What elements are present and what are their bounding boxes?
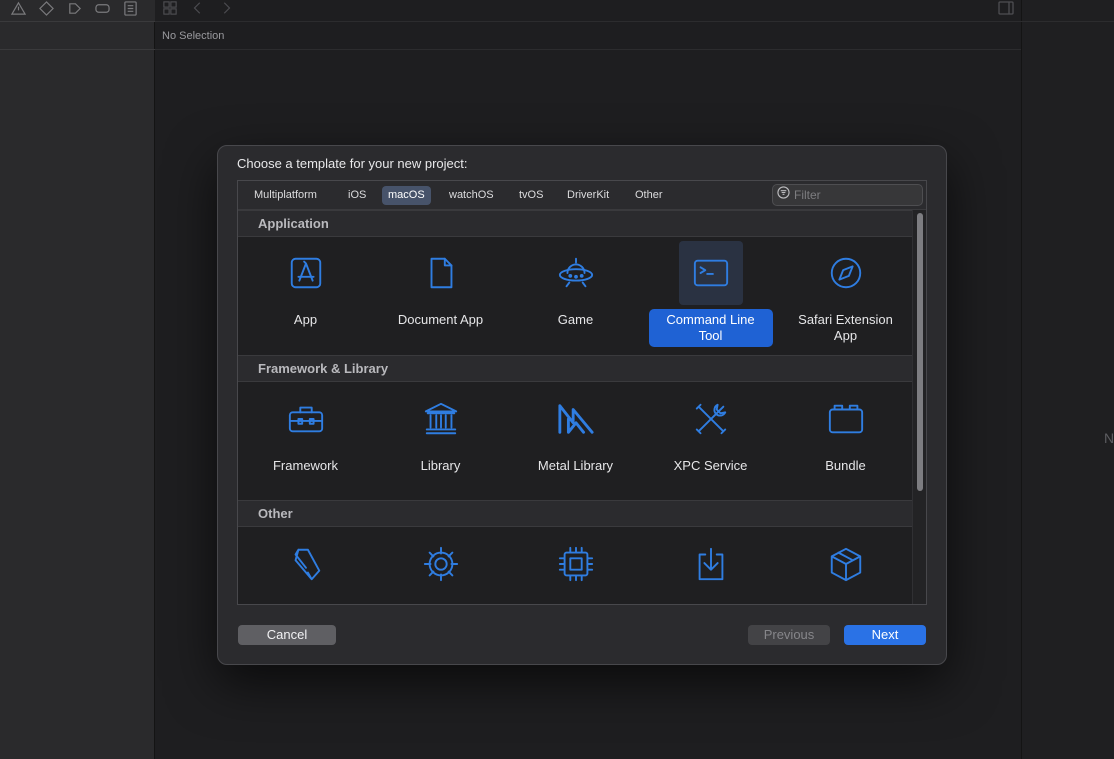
section-header-other: Other (238, 500, 912, 527)
shipping-box-icon (814, 532, 878, 596)
tab-macos[interactable]: macOS (382, 186, 431, 205)
building-columns-icon (409, 387, 473, 451)
scrollbar-thumb[interactable] (917, 213, 923, 491)
navigator-subbar (0, 22, 155, 50)
template-framework[interactable]: Framework (238, 387, 373, 497)
filter-input[interactable] (794, 188, 918, 202)
platform-tabbar: Multiplatform iOS macOS watchOS tvOS Dri… (238, 181, 926, 210)
template-bundle[interactable]: Bundle (778, 387, 913, 497)
filter-field[interactable] (772, 184, 923, 206)
template-document-app[interactable]: Document App (373, 241, 508, 351)
template-label: Game (557, 312, 594, 327)
tools-icon (679, 387, 743, 451)
warning-icon[interactable] (10, 1, 27, 21)
download-tray-icon (679, 532, 743, 596)
gear-icon (409, 532, 473, 596)
terminal-icon (678, 241, 743, 305)
tab-driverkit[interactable]: DriverKit (561, 186, 615, 205)
template-label: Library (420, 458, 461, 473)
template-other-1[interactable] (238, 532, 373, 604)
tab-multiplatform[interactable]: Multiplatform (248, 186, 323, 205)
inspector-toggle-icon[interactable] (998, 1, 1014, 15)
vertical-scrollbar[interactable] (912, 210, 926, 604)
cancel-button[interactable]: Cancel (238, 625, 336, 645)
section-header-framework-library: Framework & Library (238, 355, 912, 382)
template-label: Framework (272, 458, 338, 473)
no-selection-label: No Selection (162, 29, 225, 42)
navigator-pane (0, 0, 155, 759)
template-label: App (293, 312, 318, 327)
template-app[interactable]: App (238, 241, 373, 351)
chevron-left-icon[interactable] (191, 1, 205, 20)
template-other-5[interactable] (778, 532, 913, 604)
template-chooser: Multiplatform iOS macOS watchOS tvOS Dri… (237, 180, 927, 605)
bundle-icon (814, 387, 878, 451)
section-header-application: Application (238, 210, 912, 237)
inspector-toolbar (1021, 0, 1114, 22)
sheet-title: Choose a template for your new project: (237, 156, 468, 171)
list-document-icon[interactable] (123, 0, 138, 21)
template-game[interactable]: Game (508, 241, 643, 351)
scroll-icon (274, 532, 338, 596)
inspector-placeholder-text: N (1104, 430, 1114, 446)
template-label: XPC Service (673, 458, 748, 473)
chevron-right-icon[interactable] (219, 1, 233, 20)
template-label: Metal Library (537, 458, 614, 473)
app-store-icon (274, 241, 338, 305)
template-list: Application App Document App Game Comman… (238, 210, 913, 604)
template-xpc-service[interactable]: XPC Service (643, 387, 778, 497)
cpu-icon (544, 532, 608, 596)
compass-icon (814, 241, 878, 305)
document-icon (409, 241, 473, 305)
template-label: Document App (397, 312, 484, 327)
template-command-line-tool[interactable]: Command Line Tool (643, 241, 778, 351)
jump-bar: No Selection (155, 22, 1021, 50)
tab-other[interactable]: Other (629, 186, 669, 205)
previous-button[interactable]: Previous (748, 625, 830, 645)
template-chooser-sheet: Choose a template for your new project: … (217, 145, 947, 665)
tab-tvos[interactable]: tvOS (513, 186, 549, 205)
tab-ios[interactable]: iOS (342, 186, 372, 205)
inspector-pane (1021, 0, 1114, 759)
label-shape-icon[interactable] (95, 1, 110, 21)
template-other-4[interactable] (643, 532, 778, 604)
game-ufo-icon (544, 241, 608, 305)
template-library[interactable]: Library (373, 387, 508, 497)
template-safari-extension-app[interactable]: Safari Extension App (778, 241, 913, 351)
template-label: Safari Extension App (798, 312, 893, 343)
template-other-3[interactable] (508, 532, 643, 604)
template-metal-library[interactable]: Metal Library (508, 387, 643, 497)
filter-icon (777, 186, 790, 204)
editor-toolbar (155, 0, 1021, 22)
toolbox-icon (274, 387, 338, 451)
template-other-2[interactable] (373, 532, 508, 604)
template-label: Bundle (825, 458, 866, 473)
breakpoint-diamond-icon[interactable] (39, 0, 54, 21)
grid-icon[interactable] (163, 1, 177, 20)
next-button[interactable]: Next (844, 625, 926, 645)
metal-icon (544, 387, 608, 451)
template-label: Command Line Tool (648, 309, 773, 347)
navigator-toolbar (0, 0, 155, 22)
tab-watchos[interactable]: watchOS (443, 186, 500, 205)
tag-icon[interactable] (67, 1, 82, 21)
